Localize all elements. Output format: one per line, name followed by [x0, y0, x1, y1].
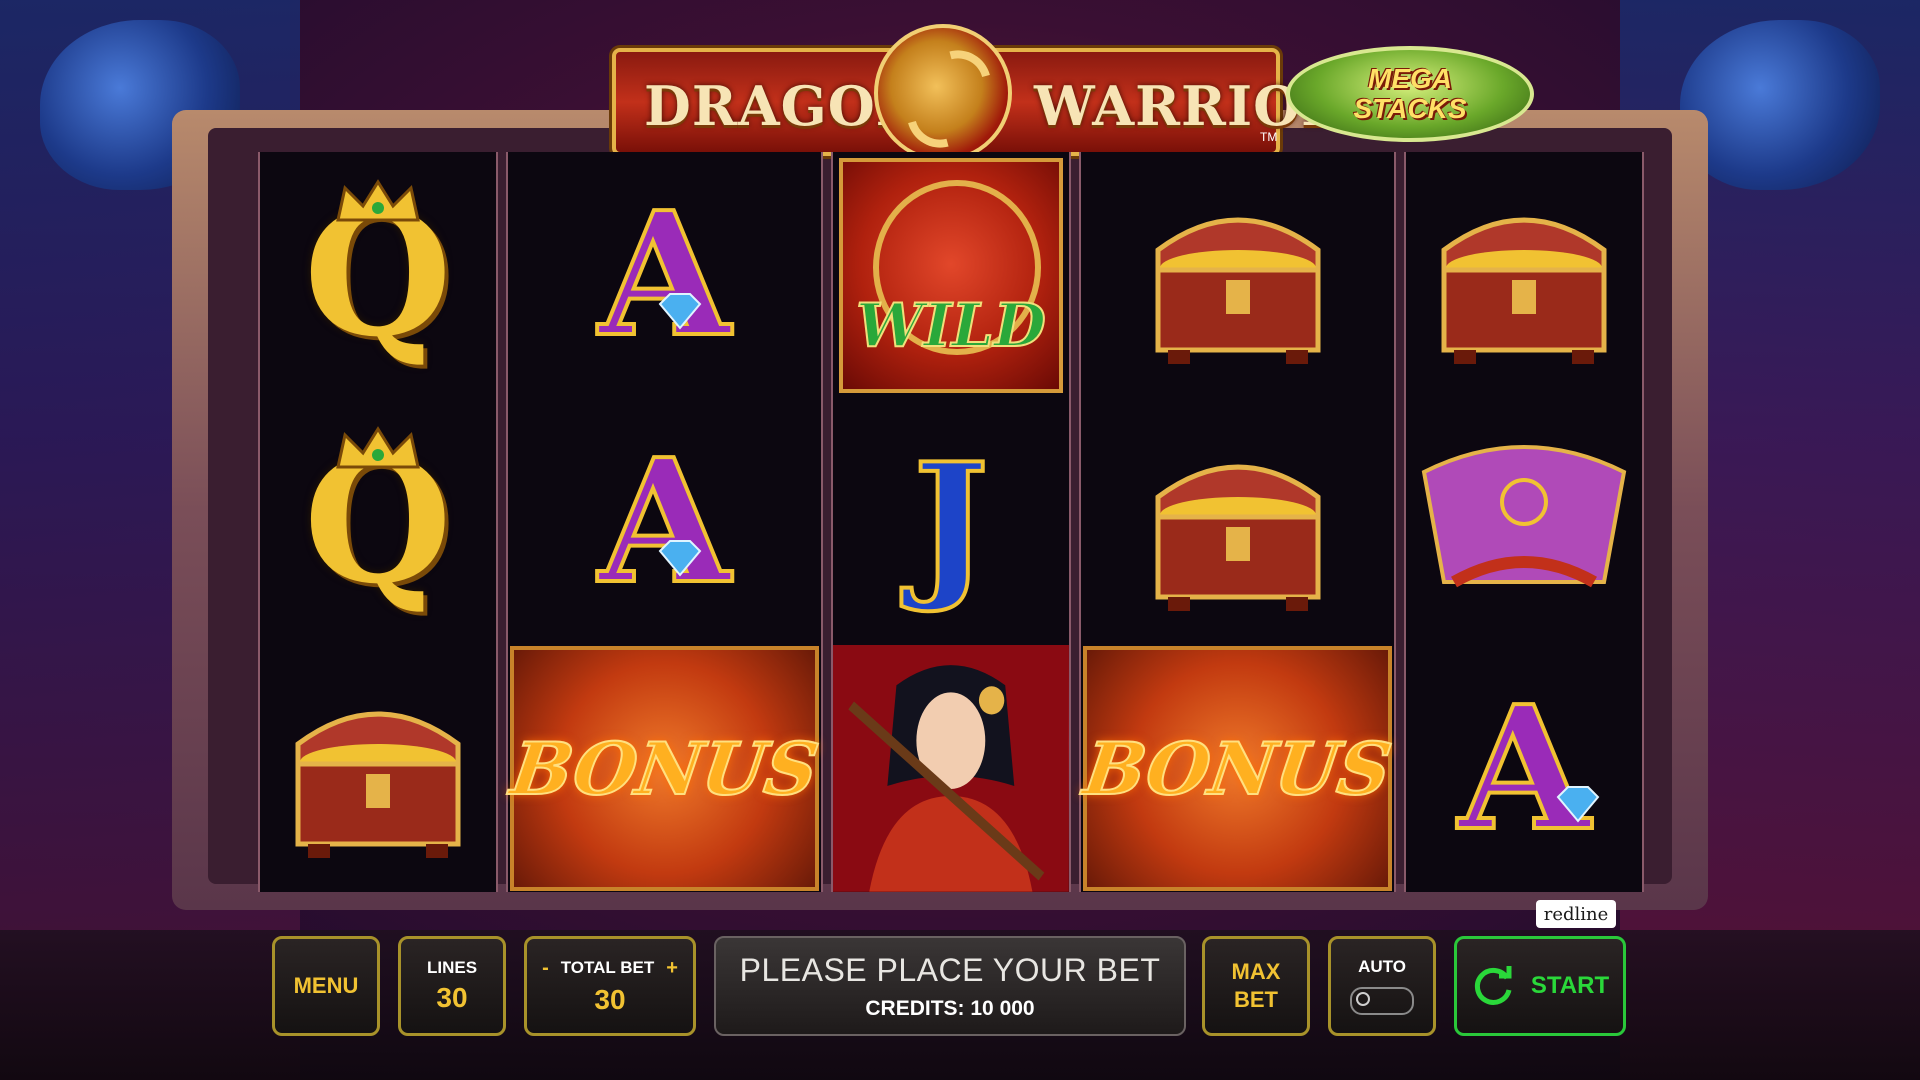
mega-stacks-line-1: MEGA — [1368, 63, 1452, 94]
symbol-letter: J — [911, 428, 991, 616]
fan-icon — [1414, 432, 1634, 612]
symbol-bonus: BONUS — [505, 645, 824, 892]
symbol-queen: Q — [260, 152, 496, 399]
auto-toggle-icon[interactable] — [1350, 987, 1414, 1015]
treasure-chest-icon — [278, 674, 478, 864]
bonus-tile: BONUS — [505, 646, 824, 892]
total-bet-label: TOTAL BET — [560, 958, 655, 977]
reel-3: WILD J — [831, 152, 1071, 893]
treasure-chest-icon — [1138, 427, 1338, 617]
symbol-warrior — [833, 645, 1069, 893]
crown-icon — [333, 425, 423, 471]
total-bet-value: 30 — [594, 983, 626, 1015]
total-bet-control: - TOTAL BET + 30 — [524, 936, 696, 1036]
reels-grid: Q Q A A BONUS WILD J BONUS A — [258, 152, 1644, 893]
status-message: PLEASE PLACE YOUR BET — [739, 951, 1161, 988]
diamond-icon — [658, 539, 702, 577]
symbol-ace: A — [1406, 645, 1642, 892]
max-bet-line-1: MAX — [1231, 959, 1281, 984]
diamond-icon — [658, 292, 702, 330]
refresh-icon — [1474, 966, 1512, 1005]
dragon-medallion-icon — [874, 24, 1012, 162]
treasure-chest-icon — [1138, 180, 1338, 370]
symbol-fan — [1406, 399, 1642, 646]
symbol-treasure-chest — [1081, 399, 1395, 646]
blue-dragon-statue-right — [1680, 20, 1880, 190]
auto-label: AUTO — [1358, 957, 1406, 976]
symbol-letter: A — [596, 422, 732, 622]
reel-4: BONUS — [1078, 152, 1397, 892]
menu-label: MENU — [293, 973, 359, 998]
credits-display: CREDITS: 10 000 — [865, 996, 1035, 1020]
bet-decrease-button[interactable]: - — [542, 957, 549, 980]
warrior-woman-icon — [833, 645, 1069, 893]
mega-stacks-line-2: STACKS — [1353, 93, 1467, 124]
lines-button[interactable]: LINES 30 — [398, 936, 506, 1036]
reel-5: A — [1404, 152, 1644, 892]
symbol-ace: A — [508, 152, 822, 399]
bonus-tile: BONUS — [1078, 646, 1397, 892]
message-panel: PLEASE PLACE YOUR BET CREDITS: 10 000 — [714, 936, 1186, 1036]
symbol-jack: J — [833, 399, 1069, 646]
lines-value: 30 — [436, 982, 468, 1013]
start-label: START — [1530, 972, 1610, 999]
provider-logo: redline — [1536, 900, 1616, 928]
trademark-mark: TM — [1260, 130, 1278, 144]
menu-button[interactable]: MENU — [272, 936, 380, 1036]
symbol-letter: A — [1456, 668, 1592, 869]
reel-2: A A BONUS — [505, 152, 824, 892]
wild-label: WILD — [855, 290, 1047, 362]
reel-1: Q Q — [258, 152, 498, 892]
diamond-icon — [1556, 785, 1600, 823]
mega-stacks-badge: MEGA STACKS — [1286, 46, 1534, 142]
symbol-treasure-chest — [1406, 152, 1642, 399]
max-bet-button[interactable]: MAX BET — [1202, 936, 1310, 1036]
bonus-label: BONUS — [505, 725, 824, 812]
symbol-treasure-chest — [1081, 152, 1395, 399]
symbol-treasure-chest — [260, 645, 496, 892]
start-button[interactable]: START — [1454, 936, 1626, 1036]
symbol-wild: WILD — [833, 152, 1069, 399]
max-bet-line-2: BET — [1234, 987, 1278, 1012]
symbol-queen: Q — [260, 399, 496, 646]
wild-tile: WILD — [838, 157, 1064, 393]
auto-play-button[interactable]: AUTO — [1328, 936, 1436, 1036]
game-logo: DRAGON WARRIOR TM — [612, 24, 1346, 162]
symbol-letter: A — [596, 175, 732, 376]
bet-increase-button[interactable]: + — [666, 957, 678, 980]
symbol-bonus: BONUS — [1078, 645, 1397, 892]
crown-icon — [333, 178, 423, 224]
lines-label: LINES — [426, 958, 478, 977]
bonus-label: BONUS — [1078, 725, 1397, 812]
treasure-chest-icon — [1424, 180, 1624, 370]
symbol-ace: A — [508, 399, 822, 646]
